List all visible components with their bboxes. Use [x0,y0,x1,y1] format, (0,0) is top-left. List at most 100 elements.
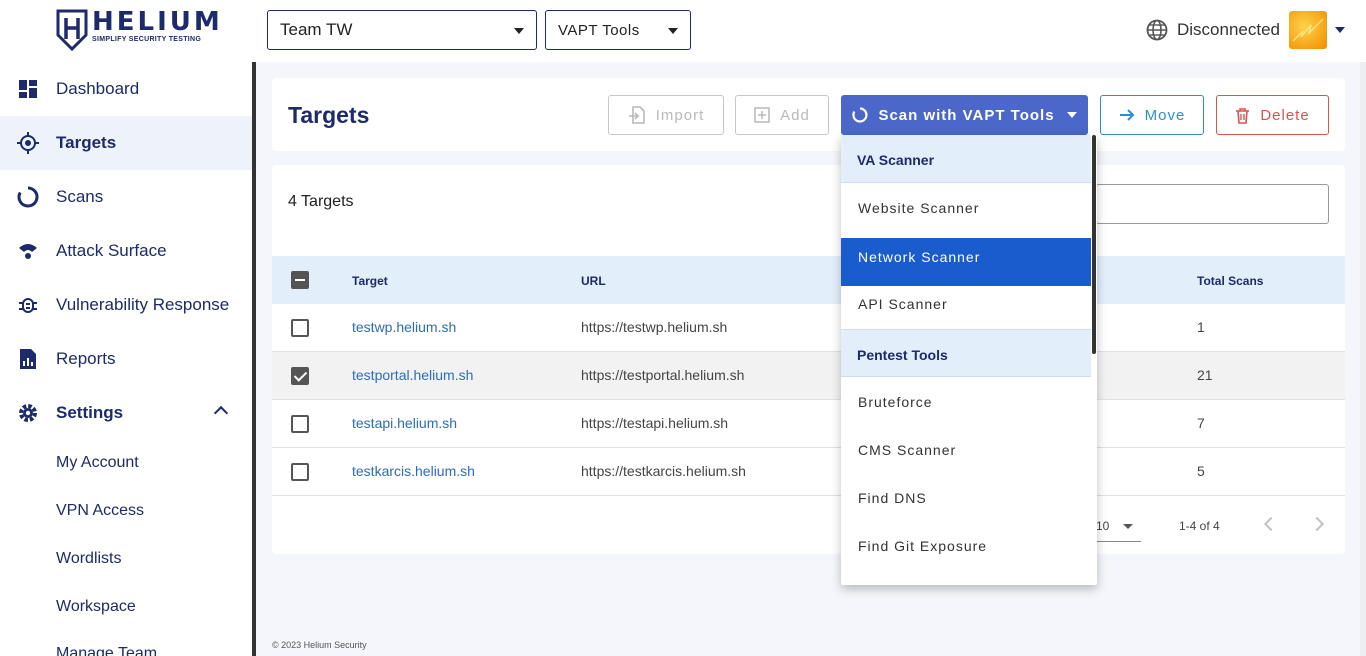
menu-item-label: Bruteforce [858,394,933,410]
sidebar-subitem-my-account[interactable]: My Account [56,454,139,472]
caret-down-icon [514,28,524,34]
sidebar-item-label: Scans [56,187,104,206]
globe-icon [1146,19,1168,41]
sidebar-item-vulnerability-response[interactable]: Vulnerability Response [0,278,252,332]
sidebar-item-targets[interactable]: Targets [0,116,252,170]
row-checkbox[interactable] [291,319,309,337]
row-checkbox[interactable] [291,415,309,433]
target-url: https://testapi.helium.sh [581,415,729,431]
helium-logo[interactable]: HELIUM SIMPLIFY SECURITY TESTING [56,9,223,51]
dashboard-icon [19,80,37,98]
move-button-label: Move [1144,106,1186,124]
delete-button-label: Delete [1260,106,1310,124]
gear-icon [19,404,37,422]
menu-group-label: Pentest Tools [857,347,948,363]
move-button[interactable]: Move [1100,95,1204,135]
scans-icon [17,186,39,208]
sidebar-item-scans[interactable]: Scans [0,170,252,224]
sidebar-item-dashboard[interactable]: Dashboard [0,62,252,116]
target-url: https://testportal.helium.sh [581,367,745,383]
lightning-icon [1292,18,1324,42]
arrow-right-icon [1119,109,1135,121]
account-menu-caret-icon[interactable] [1335,27,1345,33]
table-row[interactable]: testwp.helium.sh https://testwp.helium.s… [272,304,1345,352]
scan-with-vapt-tools-button[interactable]: Scan with VAPT Tools [841,95,1088,135]
sidebar-subitem-vpn-access[interactable]: VPN Access [56,502,144,520]
column-header-target[interactable]: Target [352,274,388,288]
sidebar-item-settings[interactable]: Settings [0,386,252,440]
total-scans: 5 [1197,463,1205,479]
menu-item-label: Find Git Exposure [858,538,988,554]
total-scans: 7 [1197,415,1205,431]
target-link[interactable]: testkarcis.helium.sh [352,463,475,479]
target-link[interactable]: testapi.helium.sh [352,415,457,431]
column-header-total-scans[interactable]: Total Scans [1197,274,1263,288]
total-scans: 1 [1197,319,1205,335]
plus-box-icon [754,107,770,123]
target-link[interactable]: testportal.helium.sh [352,367,473,383]
scan-button-label: Scan with VAPT Tools [878,106,1055,124]
team-select[interactable]: Team TW [267,10,537,50]
connection-status-label: Disconnected [1177,20,1281,39]
sidebar-subitem-workspace[interactable]: Workspace [56,598,136,616]
spinner-icon [852,107,868,123]
wifi-icon [19,244,37,259]
rows-per-page-select[interactable]: 10 [1094,512,1141,542]
table-header [272,256,1345,304]
sidebar-item-label: Dashboard [56,79,140,98]
select-all-checkbox[interactable] [291,271,309,289]
row-checkbox[interactable] [291,367,309,385]
footer-copyright: © 2023 Helium Security [272,640,367,650]
menu-item-label: Network Scanner [858,249,981,265]
report-icon [20,349,36,369]
pagination-range: 1-4 of 4 [1179,519,1220,533]
tools-select[interactable]: VAPT Tools [545,10,691,50]
menu-group-pentest-tools: Pentest Tools [841,329,1091,377]
page-scrollbar[interactable] [1360,62,1366,656]
menu-scrollbar[interactable] [1092,135,1096,354]
sidebar-item-label: Settings [56,403,124,422]
caret-down-icon [1123,524,1133,529]
page-title: Targets [288,102,370,128]
table-row[interactable]: testkarcis.helium.sh https://testkarcis.… [272,448,1345,496]
total-scans: 21 [1197,367,1213,383]
caret-down-icon [668,28,678,34]
sidebar: Dashboard Targets Scans Attack Surface V… [0,62,252,656]
menu-item-label: CMS Scanner [858,442,957,458]
import-button[interactable]: Import [608,95,724,135]
table-row[interactable]: testapi.helium.sh https://testapi.helium… [272,400,1345,448]
search-input[interactable] [1090,184,1329,224]
chevron-up-icon[interactable] [213,405,229,421]
tools-select-value: VAPT Tools [558,21,640,39]
sidebar-subitem-manage-team[interactable]: Manage Team [56,645,157,656]
trash-icon [1236,107,1250,124]
sidebar-item-reports[interactable]: Reports [0,332,252,386]
menu-item-find-git-exposure[interactable]: Find Git Exposure [841,522,1091,570]
menu-item-label: Website Scanner [858,200,980,216]
column-header-url[interactable]: URL [581,274,606,288]
menu-item-api-scanner[interactable]: API Scanner [841,280,1091,328]
row-checkbox[interactable] [291,463,309,481]
menu-item-bruteforce[interactable]: Bruteforce [841,378,1091,426]
table-row[interactable]: testportal.helium.sh https://testportal.… [272,352,1345,400]
sidebar-item-label: Attack Surface [56,241,167,260]
target-icon [17,132,39,154]
add-button[interactable]: Add [735,95,829,135]
target-link[interactable]: testwp.helium.sh [352,319,456,335]
sidebar-item-label: Reports [56,349,116,368]
sidebar-subitem-wordlists[interactable]: Wordlists [56,550,122,568]
menu-item-cms-scanner[interactable]: CMS Scanner [841,426,1091,474]
connection-status[interactable]: Disconnected [1146,19,1280,41]
user-avatar[interactable] [1289,11,1327,49]
sidebar-item-attack-surface[interactable]: Attack Surface [0,224,252,278]
menu-item-network-scanner[interactable]: Network Scanner [841,238,1091,286]
menu-item-website-scanner[interactable]: Website Scanner [841,184,1091,232]
sidebar-item-label: Vulnerability Response [56,295,230,314]
menu-item-label: Find DNS [858,490,927,506]
target-url: https://testkarcis.helium.sh [581,463,746,479]
menu-item-find-dns[interactable]: Find DNS [841,474,1091,522]
delete-button[interactable]: Delete [1216,95,1329,135]
targets-count: 4 Targets [288,193,354,210]
import-button-label: Import [655,106,705,124]
target-url: https://testwp.helium.sh [581,319,728,335]
